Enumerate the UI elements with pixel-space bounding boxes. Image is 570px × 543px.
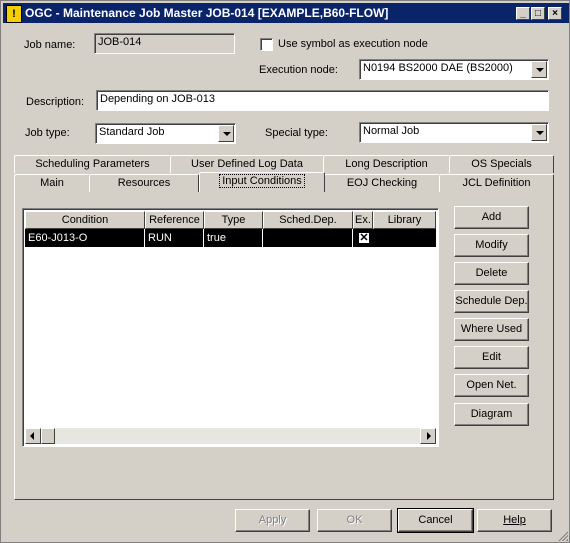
description-field[interactable]: Depending on JOB-013 (96, 90, 549, 111)
resize-grip-icon[interactable] (556, 529, 568, 541)
special-type-value: Normal Job (363, 125, 420, 137)
chevron-down-icon[interactable] (531, 61, 547, 78)
special-type-select[interactable]: Normal Job (359, 122, 549, 143)
tab-main[interactable]: Main (14, 174, 90, 192)
special-type-label: Special type: (265, 127, 328, 139)
execution-node-select[interactable]: N0194 BS2000 DAE (BS2000) (359, 59, 549, 80)
job-type-label: Job type: (25, 127, 70, 139)
add-button[interactable]: Add (454, 206, 529, 229)
modify-button[interactable]: Modify (454, 234, 529, 257)
tab-jcl-definition[interactable]: JCL Definition (439, 174, 554, 192)
execution-node-value: N0194 BS2000 DAE (BS2000) (363, 62, 513, 74)
tab-input-conditions[interactable]: Input Conditions (199, 172, 325, 192)
column-header-type[interactable]: Type (204, 211, 263, 229)
close-button[interactable]: × (548, 7, 562, 20)
tab-os-specials[interactable]: OS Specials (449, 155, 554, 173)
open-net-button[interactable]: Open Net. (454, 374, 529, 397)
diagram-button[interactable]: Diagram (454, 403, 529, 426)
job-type-select[interactable]: Standard Job (95, 123, 236, 144)
column-header-sched-dep[interactable]: Sched.Dep. (263, 211, 353, 229)
job-name-field: JOB-014 (94, 33, 235, 54)
ok-button[interactable]: OK (317, 509, 392, 532)
app-icon: ! (6, 5, 22, 23)
maximize-button[interactable]: □ (531, 7, 545, 20)
cell-reference: RUN (145, 229, 204, 247)
tab-scheduling-parameters[interactable]: Scheduling Parameters (14, 155, 171, 173)
tab-input-conditions-label: Input Conditions (219, 174, 305, 188)
description-label: Description: (26, 96, 85, 108)
column-header-library[interactable]: Library (373, 211, 436, 229)
minimize-button[interactable]: _ (516, 7, 530, 20)
window-title: OGC - Maintenance Job Master JOB-014 [EX… (25, 6, 389, 20)
column-header-ex[interactable]: Ex. (353, 211, 373, 229)
tab-eoj-checking[interactable]: EOJ Checking (324, 174, 440, 192)
scroll-thumb[interactable] (41, 428, 55, 444)
title-bar[interactable]: ! OGC - Maintenance Job Master JOB-014 [… (3, 3, 569, 23)
cell-library (373, 229, 436, 247)
chevron-down-icon[interactable] (531, 124, 547, 141)
execution-node-label: Execution node: (259, 64, 338, 76)
help-button[interactable]: Help (477, 509, 552, 532)
horizontal-scrollbar[interactable] (25, 428, 436, 444)
use-symbol-checkbox[interactable] (260, 38, 273, 51)
cell-condition: E60-J013-O (25, 229, 145, 247)
conditions-table[interactable]: Condition Reference Type Sched.Dep. Ex. … (22, 208, 439, 447)
job-type-value: Standard Job (99, 126, 165, 138)
apply-button[interactable]: Apply (235, 509, 310, 532)
scroll-left-icon[interactable] (25, 428, 41, 444)
job-name-label: Job name: (24, 39, 76, 51)
cell-sched-dep (263, 229, 353, 247)
cell-ex-checkbox[interactable]: ✕ (358, 232, 370, 244)
scroll-right-icon[interactable] (420, 428, 436, 444)
column-header-reference[interactable]: Reference (145, 211, 204, 229)
where-used-button[interactable]: Where Used (454, 318, 529, 341)
tab-resources[interactable]: Resources (89, 174, 199, 192)
edit-button[interactable]: Edit (454, 346, 529, 369)
delete-button[interactable]: Delete (454, 262, 529, 285)
table-row[interactable]: E60-J013-O RUN true ✕ (25, 229, 436, 247)
schedule-dep-button[interactable]: Schedule Dep. (454, 290, 529, 313)
cell-type: true (204, 229, 263, 247)
tab-long-description[interactable]: Long Description (323, 155, 450, 173)
chevron-down-icon[interactable] (218, 125, 234, 142)
column-header-condition[interactable]: Condition (25, 211, 145, 229)
tab-user-defined-log-data[interactable]: User Defined Log Data (170, 155, 324, 173)
use-symbol-label: Use symbol as execution node (278, 38, 428, 50)
cancel-button[interactable]: Cancel (397, 508, 474, 533)
